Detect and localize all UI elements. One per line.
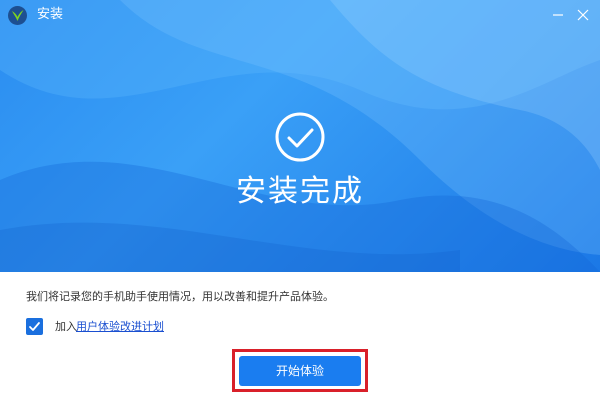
start-experience-button[interactable]: 开始体验 [239,356,361,386]
window-title: 安装 [37,7,64,22]
minimize-icon [553,14,563,16]
check-circle-icon [275,112,325,162]
app-logo-icon [8,6,27,25]
experience-program-link[interactable]: 用户体验改进计划 [76,320,164,334]
completion-banner: 安装 安装完成 [0,0,600,272]
installer-window: 安装 安装完成 我们将记录您的手机助手使用情况，用以改善和提升产品体验。 加入 … [0,0,600,414]
close-button[interactable] [572,4,594,26]
usage-notice-text: 我们将记录您的手机助手使用情况，用以改善和提升产品体验。 [26,290,334,303]
minimize-button[interactable] [547,4,569,26]
title-bar: 安装 [0,0,600,30]
close-icon [577,9,589,21]
join-program-checkbox[interactable] [26,318,43,335]
join-label: 加入 [55,320,77,333]
checkmark-icon [29,322,40,331]
install-complete-heading: 安装完成 [236,174,364,209]
